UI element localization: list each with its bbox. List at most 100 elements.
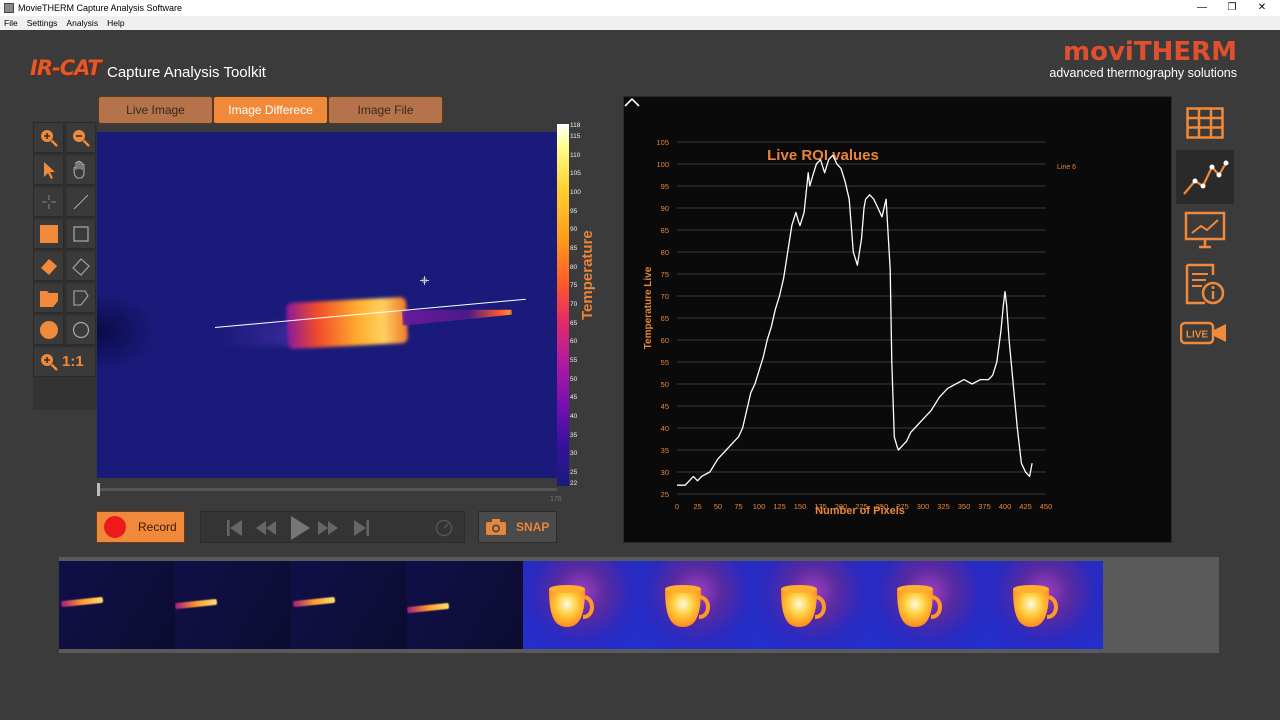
brand-logo: moviTHERM advanced thermography solution… [1049,38,1237,80]
live-label: LIVE [1186,330,1209,341]
scrubber-end-label: 176 [550,496,562,503]
app-main: IR-CAT Capture Analysis Toolkit moviTHER… [0,30,1280,720]
roi-line-chart[interactable]: 25 30 35 40 45 50 55 60 65 70 75 80 85 90 95 100 105 0 25 5… [624,97,1173,544]
restore-button[interactable]: ❐ [1218,0,1246,16]
play-icon[interactable] [289,515,311,541]
mug-thermal-thumbnail [1013,585,1058,627]
filled-eraser-icon[interactable] [33,250,64,281]
thumbnail-rod [60,596,104,608]
colorbar-tick: 50 [570,375,578,383]
tab-live-image[interactable]: Live Image [98,96,213,124]
thumbnail-rod [292,596,336,608]
scrubber-handle[interactable] [97,483,100,496]
thumbnail-rod [175,598,218,610]
snap-button[interactable]: SNAP [478,511,557,543]
crosshair-tool-icon[interactable] [33,186,64,217]
menu-help[interactable]: Help [107,18,124,28]
chart-series-line [677,154,1033,486]
chart-y-tick-label: 45 [661,402,669,411]
colorbar-tick: 118 [570,122,581,129]
tab-image-difference[interactable]: Image Differece [213,96,328,124]
rewind-icon[interactable] [255,518,277,538]
view-tabs: Live Image Image Differece Image File [98,96,443,124]
eraser-icon[interactable] [65,250,96,281]
thumbnail-frame[interactable] [523,561,639,649]
monitor-chart-icon [1184,211,1226,249]
thermal-object-body [285,296,409,350]
chart-x-tick-label: 100 [753,502,766,511]
chart-y-tick-label: 65 [661,314,669,323]
zoom-out-icon[interactable] [65,122,96,153]
thumbnail-filmstrip [59,557,1219,653]
chart-x-tick-label: 425 [1019,502,1032,511]
chart-x-tick-label: 25 [693,502,701,511]
thermal-shadow [97,292,157,372]
zoom-in-icon[interactable] [33,122,64,153]
app-icon [4,3,14,13]
monitor-chart-view-button[interactable] [1176,203,1234,257]
rectangle-icon[interactable] [65,218,96,249]
skip-start-icon[interactable] [225,518,243,538]
timeline-scrubber[interactable] [97,483,557,496]
chart-y-tick-label: 70 [661,292,669,301]
filled-circle-icon[interactable] [33,314,64,345]
zoom-reset-button[interactable]: 1:1 [33,346,96,377]
pan-hand-icon[interactable] [65,154,96,185]
close-button[interactable]: ✕ [1248,0,1276,16]
line-tool-icon[interactable] [65,186,96,217]
record-button[interactable]: Record [96,511,185,543]
tab-image-file[interactable]: Image File [328,96,443,124]
record-label: Record [138,520,177,534]
live-camera-icon[interactable]: LIVE [1180,321,1228,345]
skip-end-icon[interactable] [353,518,371,538]
chart-legend: Line 6 [1057,164,1076,171]
menu-analysis[interactable]: Analysis [66,18,98,28]
colorbar-tick: 90 [570,226,578,234]
thumbnail-frame[interactable] [59,561,175,649]
thumbnail-frame[interactable] [755,561,871,649]
chevron-up-icon[interactable] [624,97,640,107]
chart-x-tick-label: 50 [714,502,722,511]
table-view-button[interactable] [1176,96,1234,150]
thumbnail-frame[interactable] [871,561,987,649]
thermal-image-viewer[interactable] [97,132,557,478]
pointer-icon[interactable] [33,154,64,185]
chart-x-tick-label: 450 [1040,502,1053,511]
colorbar-tick: 110 [570,151,581,159]
mug-thermal-thumbnail [897,585,942,627]
thumbnail-frame[interactable] [407,561,523,649]
fast-forward-icon[interactable] [317,518,339,538]
thumbnail-frame[interactable] [639,561,755,649]
filled-polygon-icon[interactable] [33,282,64,313]
circle-icon[interactable] [65,314,96,345]
mug-thermal-thumbnail [665,585,710,627]
chart-y-tick-label: 30 [661,468,669,477]
chart-y-tick-label: 35 [661,446,669,455]
colorbar-tick: 25 [570,468,578,476]
thumbnail-frame[interactable] [291,561,407,649]
thumbnail-frame[interactable] [987,561,1103,649]
chart-x-tick-label: 325 [937,502,950,511]
colorbar-tick: 105 [570,170,581,178]
speed-gauge-icon[interactable] [435,519,453,537]
zoom-reset-label: 1:1 [62,353,84,370]
window-title: MovieTHERM Capture Analysis Software [18,3,183,13]
zoom-reset-icon [41,353,58,371]
line-chart-view-button[interactable] [1176,150,1234,204]
chart-y-tick-label: 100 [656,160,669,169]
menu-settings[interactable]: Settings [27,18,58,28]
chart-x-tick-label: 0 [675,502,679,511]
menu-file[interactable]: File [4,18,18,28]
chart-title: Live ROI values [767,147,879,164]
minimize-button[interactable]: — [1188,0,1216,16]
filled-rectangle-icon[interactable] [33,218,64,249]
colorbar-tick: 100 [570,189,581,197]
chart-y-tick-label: 80 [661,248,669,257]
app-subtitle: Capture Analysis Toolkit [107,64,266,81]
colorbar-tick: 45 [570,394,578,402]
chart-y-tick-label: 50 [661,380,669,389]
thumbnail-frame[interactable] [175,561,291,649]
report-info-button[interactable] [1176,257,1234,311]
report-info-icon [1185,263,1225,305]
polygon-icon[interactable] [65,282,96,313]
